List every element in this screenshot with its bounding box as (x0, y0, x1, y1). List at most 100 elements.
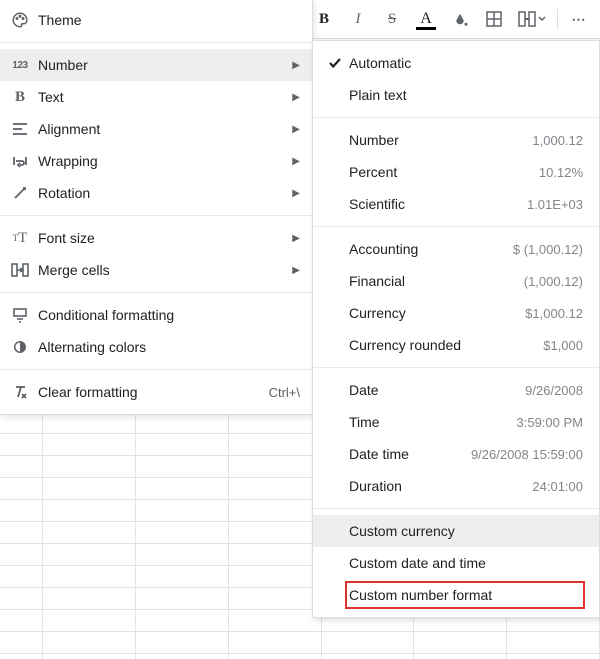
grid-cell[interactable] (0, 588, 43, 609)
grid-cell[interactable] (43, 566, 136, 587)
grid-cell[interactable] (0, 412, 43, 433)
grid-cell[interactable] (0, 434, 43, 455)
grid-cell[interactable] (43, 456, 136, 477)
grid-cell[interactable] (43, 588, 136, 609)
menu-wrapping[interactable]: Wrapping ▶ (0, 145, 312, 177)
grid-cell[interactable] (229, 434, 322, 455)
grid-cell[interactable] (136, 456, 229, 477)
menu-conditional-formatting[interactable]: Conditional formatting (0, 299, 312, 331)
menu-label: Number (32, 57, 292, 73)
num-label: Date time (349, 446, 471, 462)
grid-cell[interactable] (0, 522, 43, 543)
num-date-time[interactable]: Date time 9/26/2008 15:59:00 (313, 438, 599, 470)
menu-text[interactable]: B Text ▶ (0, 81, 312, 113)
grid-cell[interactable] (0, 610, 43, 631)
grid-cell[interactable] (0, 566, 43, 587)
grid-cell[interactable] (229, 412, 322, 433)
text-color-underline (416, 27, 436, 30)
merge-cells-button[interactable] (515, 6, 549, 32)
grid-cell[interactable] (414, 632, 507, 653)
grid-cell[interactable] (136, 478, 229, 499)
grid-cell[interactable] (507, 632, 600, 653)
text-color-button[interactable]: A (413, 6, 439, 32)
menu-font-size[interactable]: TT Font size ▶ (0, 222, 312, 254)
menu-alternating-colors[interactable]: Alternating colors (0, 331, 312, 363)
menu-merge-cells[interactable]: Merge cells ▶ (0, 254, 312, 286)
grid-cell[interactable] (136, 588, 229, 609)
grid-cell[interactable] (43, 654, 136, 659)
menu-theme[interactable]: Theme (0, 4, 312, 36)
grid-cell[interactable] (136, 566, 229, 587)
grid-cell[interactable] (229, 588, 322, 609)
grid-cell[interactable] (43, 632, 136, 653)
grid-cell[interactable] (229, 478, 322, 499)
grid-cell[interactable] (229, 500, 322, 521)
grid-cell[interactable] (136, 522, 229, 543)
grid-cell[interactable] (229, 456, 322, 477)
grid-cell[interactable] (229, 632, 322, 653)
num-scientific[interactable]: Scientific 1.01E+03 (313, 188, 599, 220)
grid-cell[interactable] (43, 412, 136, 433)
grid-cell[interactable] (229, 522, 322, 543)
num-percent[interactable]: Percent 10.12% (313, 156, 599, 188)
grid-cell[interactable] (0, 456, 43, 477)
num-label: Custom date and time (321, 555, 583, 571)
grid-cell[interactable] (43, 610, 136, 631)
num-automatic[interactable]: Automatic (313, 47, 599, 79)
borders-button[interactable] (481, 6, 507, 32)
num-date[interactable]: Date 9/26/2008 (313, 374, 599, 406)
grid-cell[interactable] (136, 654, 229, 659)
menu-rotation[interactable]: Rotation ▶ (0, 177, 312, 209)
fill-color-button[interactable] (447, 6, 473, 32)
grid-cell[interactable] (136, 434, 229, 455)
grid-cell[interactable] (136, 632, 229, 653)
grid-cell[interactable] (0, 544, 43, 565)
menu-clear-formatting[interactable]: Clear formatting Ctrl+\ (0, 376, 312, 408)
grid-cell[interactable] (136, 500, 229, 521)
grid-cell[interactable] (136, 610, 229, 631)
bold-button[interactable]: B (311, 6, 337, 32)
grid-row[interactable] (0, 632, 600, 654)
grid-cell[interactable] (229, 654, 322, 659)
num-custom-currency[interactable]: Custom currency (313, 515, 599, 547)
grid-cell[interactable] (43, 544, 136, 565)
grid-cell[interactable] (43, 434, 136, 455)
num-duration[interactable]: Duration 24:01:00 (313, 470, 599, 502)
grid-cell[interactable] (229, 566, 322, 587)
menu-number[interactable]: 123 Number ▶ (0, 49, 312, 81)
palette-icon (8, 11, 32, 29)
num-number[interactable]: Number 1,000.12 (313, 124, 599, 156)
grid-cell[interactable] (43, 500, 136, 521)
grid-cell[interactable] (507, 654, 600, 659)
num-currency[interactable]: Currency $1,000.12 (313, 297, 599, 329)
grid-cell[interactable] (322, 654, 415, 659)
grid-cell[interactable] (136, 412, 229, 433)
num-custom-number-format[interactable]: Custom number format (313, 579, 599, 611)
menu-shortcut: Ctrl+\ (269, 385, 300, 400)
grid-row[interactable] (0, 654, 600, 659)
grid-cell[interactable] (229, 610, 322, 631)
grid-cell[interactable] (0, 632, 43, 653)
grid-cell[interactable] (136, 544, 229, 565)
grid-cell[interactable] (414, 654, 507, 659)
grid-cell[interactable] (322, 632, 415, 653)
more-button[interactable]: ⋯ (566, 6, 592, 32)
menu-label: Clear formatting (32, 384, 269, 400)
num-currency-rounded[interactable]: Currency rounded $1,000 (313, 329, 599, 361)
num-financial[interactable]: Financial (1,000.12) (313, 265, 599, 297)
grid-cell[interactable] (229, 544, 322, 565)
grid-cell[interactable] (43, 478, 136, 499)
strikethrough-button[interactable]: S (379, 6, 405, 32)
italic-button[interactable]: I (345, 6, 371, 32)
grid-cell[interactable] (0, 478, 43, 499)
num-time[interactable]: Time 3:59:00 PM (313, 406, 599, 438)
grid-cell[interactable] (43, 522, 136, 543)
num-plain-text[interactable]: Plain text (313, 79, 599, 111)
menu-alignment[interactable]: Alignment ▶ (0, 113, 312, 145)
num-custom-date-time[interactable]: Custom date and time (313, 547, 599, 579)
num-label: Percent (349, 164, 539, 180)
grid-cell[interactable] (0, 654, 43, 659)
chevron-right-icon: ▶ (292, 233, 300, 244)
grid-cell[interactable] (0, 500, 43, 521)
num-accounting[interactable]: Accounting $ (1,000.12) (313, 233, 599, 265)
